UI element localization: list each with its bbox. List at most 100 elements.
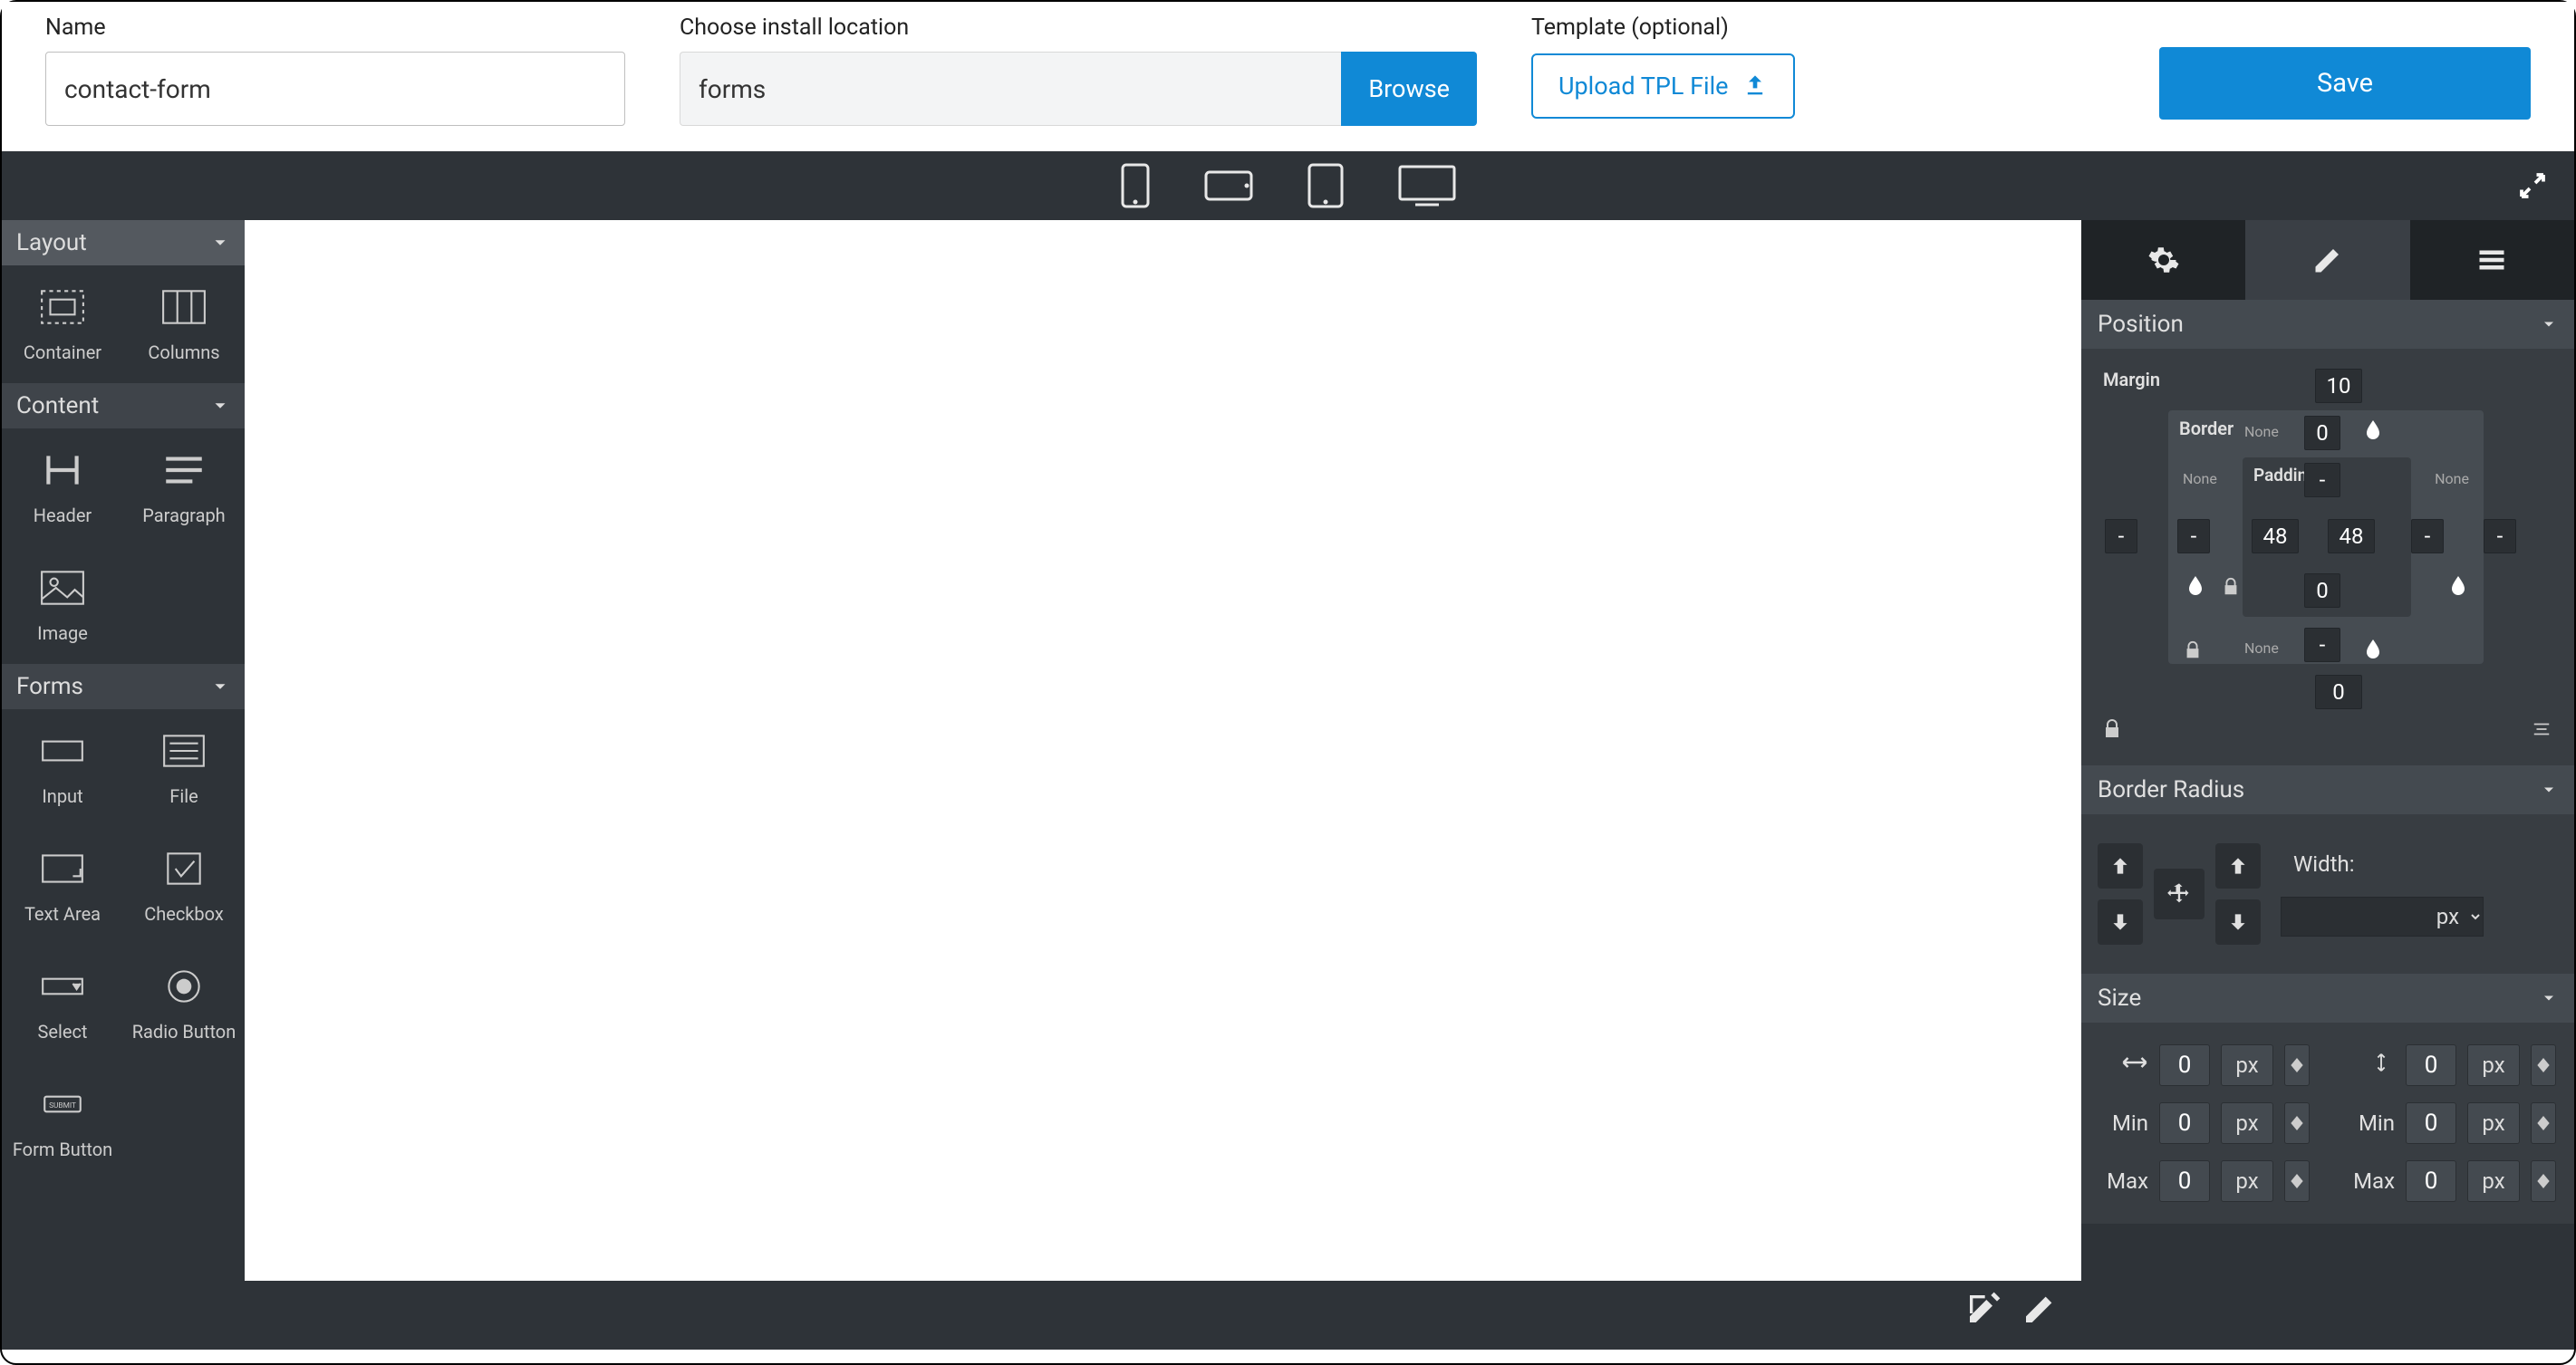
padding-lock[interactable] bbox=[2221, 577, 2241, 597]
widget-container[interactable]: Container bbox=[2, 265, 123, 383]
upload-tpl-button[interactable]: Upload TPL File bbox=[1531, 53, 1795, 119]
br-move[interactable] bbox=[2154, 869, 2205, 919]
br-width-select[interactable]: px bbox=[2281, 897, 2484, 937]
widget-select[interactable]: Select bbox=[2, 945, 123, 1062]
border-top-input[interactable] bbox=[2304, 416, 2340, 450]
width-unit[interactable]: px bbox=[2221, 1044, 2273, 1086]
min-width-unit[interactable]: px bbox=[2221, 1102, 2273, 1144]
border-color-right[interactable] bbox=[2447, 572, 2469, 599]
paragraph-icon bbox=[160, 448, 207, 492]
name-input[interactable] bbox=[45, 52, 625, 126]
radio-icon bbox=[160, 965, 207, 1008]
device-desktop[interactable] bbox=[1397, 164, 1457, 207]
widget-paragraph[interactable]: Paragraph bbox=[123, 428, 245, 546]
br-up-right[interactable] bbox=[2215, 843, 2261, 889]
br-up-left[interactable] bbox=[2098, 843, 2143, 889]
br-down-left[interactable] bbox=[2098, 899, 2143, 945]
tab-list[interactable] bbox=[2410, 220, 2574, 300]
section-header-layout[interactable]: Layout bbox=[2, 220, 245, 265]
arrow-down-icon bbox=[2108, 910, 2132, 934]
margin-bottom-input[interactable] bbox=[2315, 675, 2362, 709]
upload-tpl-label: Upload TPL File bbox=[1558, 72, 1728, 101]
min-height-unit[interactable]: px bbox=[2467, 1102, 2520, 1144]
tab-settings[interactable] bbox=[2081, 220, 2245, 300]
upload-icon bbox=[1742, 73, 1768, 99]
image-icon bbox=[39, 566, 86, 610]
padding-bottom-input[interactable] bbox=[2304, 573, 2340, 608]
padding-left-input[interactable] bbox=[2252, 519, 2299, 553]
section-header-forms[interactable]: Forms bbox=[2, 664, 245, 709]
align-icon[interactable] bbox=[2529, 719, 2554, 739]
height-input[interactable] bbox=[2406, 1044, 2456, 1086]
min-height-stepper[interactable] bbox=[2531, 1102, 2556, 1144]
margin-right-input[interactable] bbox=[2484, 519, 2516, 553]
height-stepper[interactable] bbox=[2531, 1044, 2556, 1086]
template-field-group: Template (optional) Upload TPL File bbox=[1531, 14, 1795, 119]
height-unit[interactable]: px bbox=[2467, 1044, 2520, 1086]
widget-form-button[interactable]: SUBMIT Form Button bbox=[2, 1062, 123, 1180]
tab-edit[interactable] bbox=[2245, 220, 2409, 300]
border-bottom-input[interactable] bbox=[2304, 628, 2340, 662]
widget-file[interactable]: File bbox=[123, 709, 245, 827]
min-width-input[interactable] bbox=[2159, 1102, 2210, 1144]
widget-header[interactable]: Header bbox=[2, 428, 123, 546]
widget-image[interactable]: Image bbox=[2, 546, 123, 664]
save-button[interactable]: Save bbox=[2159, 47, 2531, 120]
border-color-left[interactable] bbox=[2185, 572, 2206, 599]
fullscreen-button[interactable] bbox=[2516, 169, 2549, 202]
border-right-input[interactable] bbox=[2411, 519, 2444, 553]
border-label: Border bbox=[2179, 418, 2233, 439]
edit-style-button[interactable] bbox=[2021, 1291, 2058, 1331]
margin-lock[interactable] bbox=[2101, 718, 2123, 740]
widget-columns[interactable]: Columns bbox=[123, 265, 245, 383]
max-width-stepper[interactable] bbox=[2284, 1160, 2310, 1202]
checkbox-icon bbox=[160, 847, 207, 890]
widget-checkbox[interactable]: Checkbox bbox=[123, 827, 245, 945]
min-w-label: Min bbox=[2098, 1110, 2148, 1136]
border-radius-panel: Width: px bbox=[2081, 814, 2574, 974]
panel-header-position[interactable]: Position bbox=[2081, 300, 2574, 349]
border-left-input[interactable] bbox=[2177, 519, 2210, 553]
textarea-icon bbox=[39, 847, 86, 890]
panel-header-size[interactable]: Size bbox=[2081, 974, 2574, 1023]
edit-square-icon bbox=[1965, 1291, 2002, 1327]
chevron-down-icon bbox=[2540, 989, 2558, 1007]
location-label: Choose install location bbox=[680, 14, 1477, 41]
browse-button[interactable]: Browse bbox=[1341, 52, 1477, 126]
container-icon bbox=[39, 285, 86, 329]
widget-input[interactable]: Input bbox=[2, 709, 123, 827]
location-input[interactable] bbox=[680, 52, 1341, 126]
section-header-content[interactable]: Content bbox=[2, 383, 245, 428]
panel-header-border-radius[interactable]: Border Radius bbox=[2081, 765, 2574, 814]
padding-top-input[interactable] bbox=[2304, 463, 2340, 497]
widget-textarea[interactable]: Text Area bbox=[2, 827, 123, 945]
widget-radio[interactable]: Radio Button bbox=[123, 945, 245, 1062]
margin-left-input[interactable] bbox=[2105, 519, 2137, 553]
border-none-right: None bbox=[2435, 470, 2469, 487]
edit-content-button[interactable] bbox=[1965, 1291, 2002, 1331]
name-label: Name bbox=[45, 14, 625, 41]
border-color-top[interactable] bbox=[2362, 416, 2384, 443]
width-stepper[interactable] bbox=[2284, 1044, 2310, 1086]
border-color-bottom[interactable] bbox=[2362, 635, 2384, 662]
max-height-stepper[interactable] bbox=[2531, 1160, 2556, 1202]
size-panel: px px Min px Min px Max bbox=[2081, 1023, 2574, 1224]
border-none-top: None bbox=[2244, 423, 2279, 440]
padding-right-input[interactable] bbox=[2328, 519, 2375, 553]
max-height-input[interactable] bbox=[2406, 1160, 2456, 1202]
max-height-unit[interactable]: px bbox=[2467, 1160, 2520, 1202]
max-h-label: Max bbox=[2344, 1168, 2395, 1194]
device-phone-portrait[interactable] bbox=[1120, 162, 1151, 209]
min-width-stepper[interactable] bbox=[2284, 1102, 2310, 1144]
device-tablet[interactable] bbox=[1307, 162, 1345, 209]
max-width-input[interactable] bbox=[2159, 1160, 2210, 1202]
margin-top-input[interactable] bbox=[2315, 369, 2362, 403]
max-width-unit[interactable]: px bbox=[2221, 1160, 2273, 1202]
design-canvas[interactable] bbox=[245, 220, 2081, 1281]
min-height-input[interactable] bbox=[2406, 1102, 2456, 1144]
width-input[interactable] bbox=[2159, 1044, 2210, 1086]
border-lock[interactable] bbox=[2183, 640, 2203, 660]
br-down-right[interactable] bbox=[2215, 899, 2261, 945]
box-model-editor: Margin Border Padding None None None Non… bbox=[2098, 365, 2558, 709]
device-phone-landscape[interactable] bbox=[1203, 169, 1254, 202]
